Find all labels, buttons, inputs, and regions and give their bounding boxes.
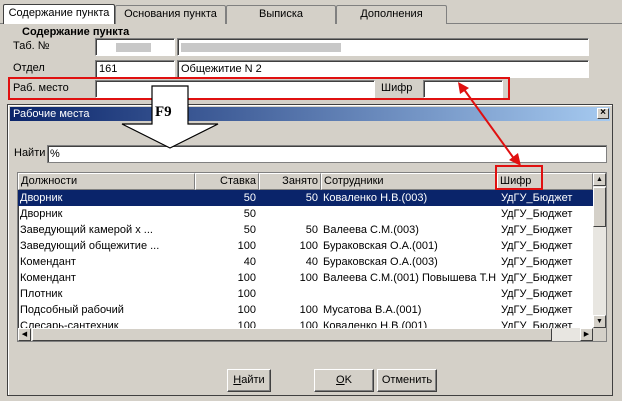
cell-position: Дворник <box>20 208 63 220</box>
cell-employees: Бураковская О.А.(003) <box>323 256 438 268</box>
cell-position: Плотник <box>20 288 63 300</box>
cell-cipher: УдГУ_Бюджет <box>501 240 573 252</box>
cell-position: Заведующий общежитие ... <box>20 240 160 252</box>
cell-position: Подсобный рабочий <box>20 304 124 316</box>
cell-cipher: УдГУ_Бюджет <box>501 224 573 236</box>
cell-cipher: УдГУ_Бюджет <box>501 288 573 300</box>
cell-occupied: 40 <box>305 256 318 268</box>
tab-grounds[interactable]: Основания пункта <box>115 5 226 24</box>
table-row[interactable]: Заведующий камерой х ... 50 50 Валеева С… <box>18 222 593 238</box>
cell-position: Заведующий камерой х ... <box>20 224 153 236</box>
horizontal-scroll-thumb[interactable] <box>32 328 552 341</box>
cell-cipher: УдГУ_Бюджет <box>501 208 573 220</box>
cell-employees: Бураковская О.А.(001) <box>323 240 438 252</box>
cell-occupied: 50 <box>305 192 318 204</box>
tab-bar: Содержание пункта Основания пункта Выпис… <box>0 4 622 24</box>
cell-rate: 50 <box>243 224 256 236</box>
cell-occupied: 100 <box>299 240 318 252</box>
cell-position: Дворник <box>20 192 63 204</box>
table-row[interactable]: Комендант 40 40 Бураковская О.А.(003) Уд… <box>18 254 593 270</box>
dialog-title: Рабочие места <box>13 108 90 120</box>
department-label: Отдел <box>13 62 45 74</box>
scroll-up-icon[interactable]: ▲ <box>593 173 606 186</box>
workplace-highlight <box>8 77 510 100</box>
cell-cipher: УдГУ_Бюджет <box>501 272 573 284</box>
cell-position: Комендант <box>20 272 76 284</box>
column-header-rate[interactable]: Ставка <box>195 173 259 190</box>
find-button[interactable]: Найти <box>227 369 271 392</box>
cell-employees <box>321 206 497 222</box>
cell-employees: Валеева С.М.(003) <box>323 224 419 236</box>
cell-occupied: 100 <box>299 304 318 316</box>
cell-rate: 100 <box>237 272 256 284</box>
cell-employees: Мусатова В.А.(001) <box>323 304 422 316</box>
cell-position: Комендант <box>20 256 76 268</box>
column-header-position[interactable]: Должности <box>18 173 195 190</box>
find-label: Найти <box>14 147 46 159</box>
table-row[interactable]: Подсобный рабочий 100 100 Мусатова В.А.(… <box>18 302 593 318</box>
scroll-right-icon[interactable]: ▶ <box>580 328 593 341</box>
department-name-field[interactable]: Общежитие N 2 <box>177 60 589 78</box>
cell-rate: 50 <box>243 192 256 204</box>
tab-additions[interactable]: Дополнения <box>336 5 447 24</box>
cell-occupied <box>259 206 321 222</box>
tab-number-field[interactable] <box>95 38 175 56</box>
table-row[interactable]: Комендант 100 100 Валеева С.М.(001) Повы… <box>18 270 593 286</box>
column-header-employees[interactable]: Сотрудники <box>321 173 497 190</box>
scroll-corner <box>593 328 606 341</box>
cell-employees: Валеева С.М.(001) Повышева Т.Н. ... <box>323 272 497 284</box>
cell-cipher: УдГУ_Бюджет <box>501 256 573 268</box>
cell-occupied: 50 <box>305 224 318 236</box>
tab-number-label: Таб. № <box>13 40 50 52</box>
ok-button[interactable]: ОK <box>314 369 374 392</box>
column-header-occupied[interactable]: Занято <box>259 173 321 190</box>
scroll-down-icon[interactable]: ▼ <box>593 315 606 328</box>
cell-rate: 100 <box>237 240 256 252</box>
cell-employees: Коваленко Н.В.(003) <box>323 192 428 204</box>
tab-content[interactable]: Содержание пункта <box>3 4 115 24</box>
cell-rate: 40 <box>243 256 256 268</box>
workplaces-table[interactable]: Должности Ставка Занято Сотрудники Шифр … <box>17 172 607 342</box>
cell-rate: 100 <box>237 304 256 316</box>
cell-cipher: УдГУ_Бюджет <box>501 304 573 316</box>
employee-name-field[interactable] <box>177 38 589 56</box>
cipher-column-highlight <box>495 165 543 190</box>
cell-rate: 50 <box>243 208 256 220</box>
table-row[interactable]: Заведующий общежитие ... 100 100 Бураков… <box>18 238 593 254</box>
tab-extract[interactable]: Выписка <box>226 5 336 24</box>
group-title: Содержание пункта <box>22 26 130 38</box>
f9-key-label: F9 <box>155 104 172 120</box>
table-row[interactable]: Дворник 50 50 Коваленко Н.В.(003) УдГУ_Б… <box>18 190 593 206</box>
vertical-scroll-thumb[interactable] <box>593 187 606 227</box>
vertical-scrollbar[interactable]: ▲ ▼ <box>593 173 606 328</box>
cell-occupied: 100 <box>299 272 318 284</box>
scroll-left-icon[interactable]: ◀ <box>18 328 31 341</box>
cell-rate: 100 <box>237 288 256 300</box>
cell-cipher: УдГУ_Бюджет <box>501 192 573 204</box>
cancel-button[interactable]: Отменить <box>377 369 437 392</box>
horizontal-scrollbar[interactable]: ◀ ▶ <box>18 328 593 341</box>
cell-employees <box>321 286 497 302</box>
double-arrow-icon <box>458 82 521 166</box>
table-row[interactable]: Плотник 100 УдГУ_Бюджет <box>18 286 593 302</box>
department-code-field[interactable]: 161 <box>95 60 175 78</box>
cell-occupied <box>259 286 321 302</box>
close-icon[interactable]: × <box>597 108 609 119</box>
table-row[interactable]: Дворник 50 УдГУ_Бюджет <box>18 206 593 222</box>
